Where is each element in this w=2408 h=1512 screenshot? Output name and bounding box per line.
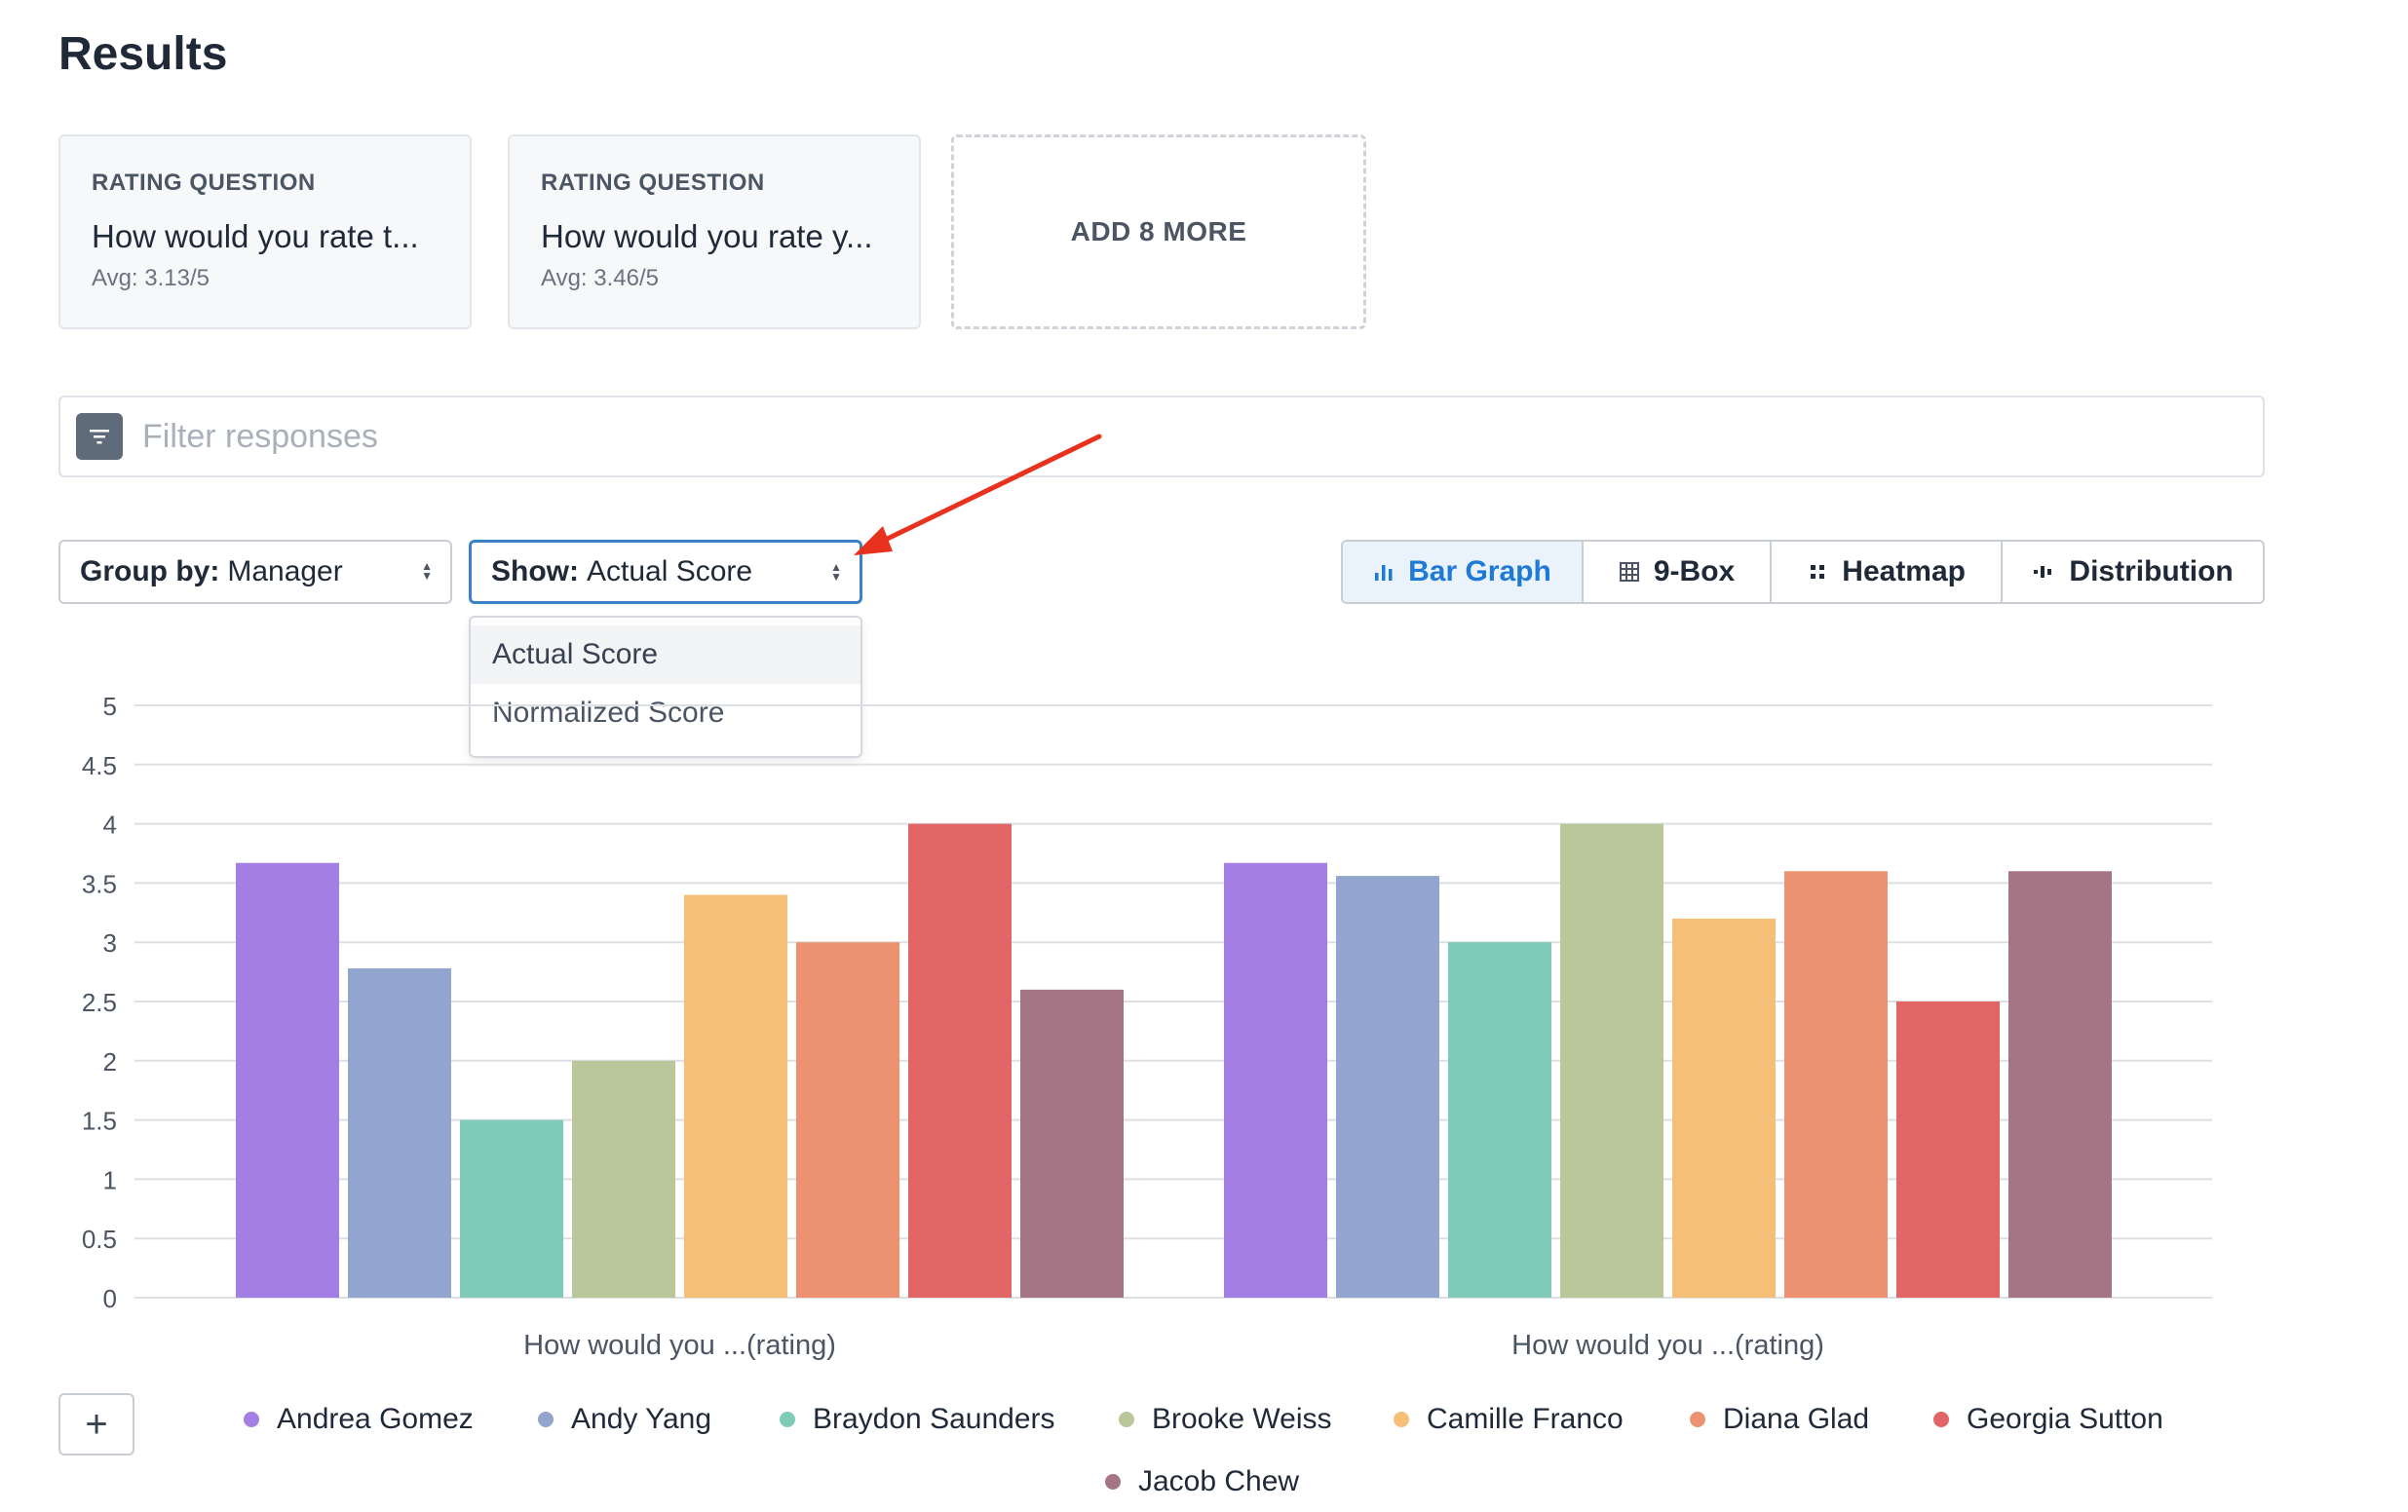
view-distribution-button[interactable]: Distribution — [2003, 542, 2263, 602]
y-tick-label: 0.5 — [82, 1225, 117, 1254]
legend-dot-icon — [1394, 1412, 1409, 1427]
view-bar-graph-button[interactable]: Bar Graph — [1343, 542, 1584, 602]
legend-label: Andrea Gomez — [277, 1403, 474, 1435]
x-category-label: How would you ...(rating) — [523, 1330, 836, 1361]
filter-bar — [58, 396, 2265, 477]
legend-item[interactable]: Andrea Gomez — [244, 1403, 474, 1436]
rating-question-card-2[interactable]: RATING QUESTION How would you rate y... … — [508, 134, 921, 329]
legend-item[interactable]: Andy Yang — [538, 1403, 711, 1436]
show-label: Show: — [491, 555, 579, 587]
bar-braydon-saunders[interactable] — [460, 1119, 563, 1298]
legend-dot-icon — [780, 1412, 795, 1427]
show-value: Actual Score — [587, 555, 753, 587]
card-average: Avg: 3.13/5 — [92, 265, 210, 291]
legend-dot-icon — [244, 1412, 259, 1427]
bar-graph-icon — [1375, 565, 1393, 581]
legend-label: Jacob Chew — [1138, 1465, 1300, 1497]
legend-dot-icon — [1933, 1412, 1949, 1427]
legend-label: Braydon Saunders — [813, 1403, 1055, 1435]
y-tick-label: 4.5 — [82, 751, 117, 780]
add-more-button[interactable]: ADD 8 MORE — [951, 134, 1366, 329]
legend-item[interactable]: Georgia Sutton — [1933, 1403, 2163, 1436]
group-by-label: Group by: — [80, 555, 220, 587]
select-arrows-icon: ▲ ▼ — [830, 560, 842, 584]
group-by-select[interactable]: Group by: Manager ▲ ▼ — [58, 540, 452, 604]
legend-label: Georgia Sutton — [1967, 1403, 2163, 1435]
card-type-label: RATING QUESTION — [92, 170, 316, 196]
y-tick-label: 3 — [103, 928, 117, 958]
legend-item[interactable]: Jacob Chew — [1105, 1465, 1299, 1498]
y-tick-label: 0 — [103, 1284, 117, 1313]
legend-label: Diana Glad — [1723, 1403, 1870, 1435]
page-title: Results — [58, 28, 228, 80]
y-tick-label: 1 — [103, 1165, 117, 1194]
bar-diana-glad[interactable] — [1784, 871, 1888, 1298]
add-button[interactable]: + — [58, 1393, 134, 1455]
bar-georgia-sutton[interactable] — [908, 823, 1012, 1298]
bar-brooke-weiss[interactable] — [1560, 823, 1663, 1298]
group-by-value: Manager — [227, 555, 343, 587]
bar-andrea-gomez[interactable] — [236, 862, 339, 1298]
y-tick-label: 2 — [103, 1047, 117, 1077]
bar-camille-franco[interactable] — [1672, 918, 1776, 1298]
legend-item[interactable]: Diana Glad — [1690, 1403, 1869, 1436]
bar-camille-franco[interactable] — [684, 894, 787, 1298]
x-category-label: How would you ...(rating) — [1511, 1330, 1824, 1361]
bar-andrea-gomez[interactable] — [1224, 862, 1327, 1298]
view-toggle-group: Bar Graph 9-Box Heatmap Distribution — [1341, 540, 2265, 604]
bar-andy-yang[interactable] — [348, 967, 451, 1298]
legend-label: Camille Franco — [1427, 1403, 1624, 1435]
select-arrows-icon: ▲ ▼ — [421, 559, 433, 583]
y-tick-label: 5 — [103, 692, 117, 721]
grid-icon — [1619, 562, 1639, 582]
view-label: Heatmap — [1842, 555, 1966, 587]
legend-item[interactable]: Camille Franco — [1394, 1403, 1624, 1436]
rating-question-card-1[interactable]: RATING QUESTION How would you rate t... … — [58, 134, 472, 329]
legend-item[interactable]: Brooke Weiss — [1119, 1403, 1332, 1436]
card-question-text: How would you rate t... — [92, 218, 419, 254]
view-heatmap-button[interactable]: Heatmap — [1772, 542, 2004, 602]
legend-dot-icon — [538, 1412, 554, 1427]
view-label: 9-Box — [1653, 555, 1736, 587]
card-question-text: How would you rate y... — [541, 218, 873, 254]
heatmap-icon — [1811, 565, 1825, 579]
legend-label: Andy Yang — [571, 1403, 712, 1435]
y-tick-label: 1.5 — [82, 1107, 117, 1136]
view-label: Distribution — [2069, 555, 2234, 587]
filter-responses-input[interactable] — [140, 416, 2263, 457]
y-tick-label: 3.5 — [82, 869, 117, 898]
view-9-box-button[interactable]: 9-Box — [1584, 542, 1773, 602]
legend-label: Brooke Weiss — [1152, 1403, 1332, 1435]
bar-braydon-saunders[interactable] — [1448, 942, 1551, 1298]
legend-item[interactable]: Braydon Saunders — [780, 1403, 1055, 1436]
bar-chart: 0 0.5 1 1.5 2 2.5 3 3.5 4 4.5 5 How would you ...(r… — [82, 692, 2212, 1361]
legend-dot-icon — [1105, 1474, 1121, 1490]
view-label: Bar Graph — [1408, 555, 1551, 587]
legend-dot-icon — [1119, 1412, 1134, 1427]
bar-georgia-sutton[interactable] — [1896, 1002, 2000, 1298]
y-tick-label: 4 — [103, 811, 117, 840]
bar-jacob-chew[interactable] — [1020, 989, 1124, 1298]
show-select[interactable]: Show: Actual Score ▲ ▼ — [469, 540, 862, 604]
filter-icon[interactable] — [76, 413, 123, 460]
legend-dot-icon — [1690, 1412, 1705, 1427]
card-average: Avg: 3.46/5 — [541, 265, 659, 291]
bar-andy-yang[interactable] — [1336, 876, 1439, 1298]
card-type-label: RATING QUESTION — [541, 170, 765, 196]
bar-diana-glad[interactable] — [796, 942, 899, 1298]
bar-brooke-weiss[interactable] — [572, 1060, 675, 1298]
y-tick-label: 2.5 — [82, 988, 117, 1017]
bar-jacob-chew[interactable] — [2008, 871, 2112, 1298]
distribution-icon — [2034, 566, 2052, 578]
